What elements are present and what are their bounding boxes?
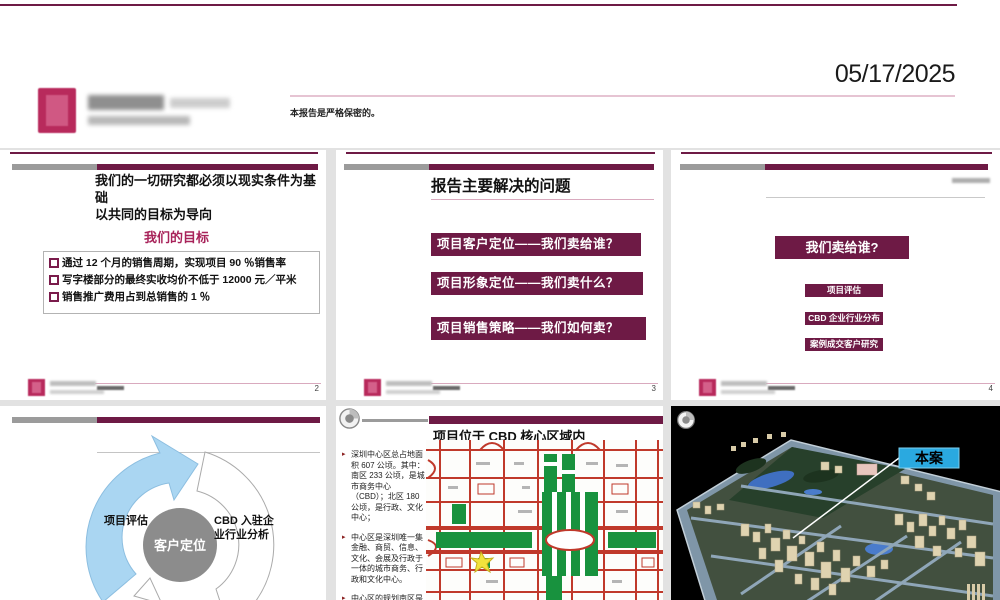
footer-text-redacted (433, 386, 460, 390)
cycle-diagram: 客户定位 项目评估 CBD 入驻企 业行业分析 (85, 434, 275, 600)
confidentiality-note: 本报告是严格保密的。 (290, 108, 381, 118)
square-bullet-icon (49, 292, 59, 302)
chapter-badge-icon (677, 411, 695, 429)
footer-logo-mark (699, 379, 716, 396)
footer-logo-mark (364, 379, 381, 396)
footer-rule (95, 383, 321, 384)
footer-rule (431, 383, 658, 384)
page-number: 3 (651, 384, 656, 393)
header-bar-gray (680, 164, 765, 170)
footer-text-redacted (768, 386, 795, 390)
company-logo-mark (38, 88, 76, 133)
question-box: 项目客户定位——我们卖给谁？ (431, 233, 641, 256)
list-item: 通过 12 个月的销售周期，实现项目 90 ％销售率 (49, 255, 314, 272)
footer-logo-subtext-redacted (721, 390, 775, 394)
outline-arrowhead (133, 577, 161, 600)
list-item: 写字楼部分的最终实收均价不低于 12000 元／平米 (49, 272, 314, 289)
square-bullet-icon (49, 258, 59, 268)
top-rule (0, 4, 957, 6)
list-item: 销售推广费用占到总销售的 1 ％ (49, 289, 314, 306)
slide-top-line (681, 152, 992, 154)
slide-positioning-diagram[interactable]: 客户定位 项目评估 CBD 入驻企 业行业分析 (0, 406, 326, 600)
page-number: 2 (314, 384, 319, 393)
bullet-list: 深圳中心区总占地面积 607 公顷。其中：南区 233 公顷，是城市商务中心（C… (342, 450, 426, 600)
title-underline (431, 199, 654, 200)
footer-logo-subtext-redacted (386, 390, 440, 394)
question-box: 项目销售策略——我们如何卖？ (431, 317, 646, 340)
footer-logo-text-redacted (721, 381, 767, 386)
company-logo-subtext-redacted (88, 116, 190, 125)
sub-topic-box: CBD 企业行业分布 (805, 312, 883, 325)
header-bar-maroon (429, 416, 663, 424)
slide-whom[interactable]: 我们卖给谁? 项目评估 CBD 企业行业分布 案例成交客户研究 4 (671, 150, 1000, 400)
header-bar-maroon (97, 164, 318, 170)
left-arc-label: 项目评估 (104, 513, 148, 527)
page-date: 05/17/2025 (834, 60, 956, 88)
list-item: 中心区的规划南区是深圳市的中心商务区（CBD）。CBD 集中在南片区中央绿化带两… (342, 594, 426, 600)
center-circle-label: 客户定位 (154, 538, 206, 553)
question-box: 项目形象定位——我们卖什么？ (431, 272, 643, 295)
cbd-street-map (426, 440, 663, 600)
model-landmark-pink (856, 463, 878, 476)
footer-logo-subtext-redacted (50, 390, 104, 394)
slide-goal[interactable]: 我们的一切研究都必须以现实条件为基础 以共同的目标为导向 我们的目标 通过 12… (0, 150, 326, 400)
header-bar-gray (12, 164, 97, 170)
map-center-ellipse (545, 529, 595, 551)
header-bar-maroon (765, 164, 988, 170)
page-number: 4 (988, 384, 993, 393)
chapter-badge-icon (339, 408, 360, 429)
sub-topic-box: 项目评估 (805, 284, 883, 297)
header-bar-maroon (429, 164, 654, 170)
company-logo-text-redacted (170, 98, 230, 108)
slide-top-line (10, 152, 318, 154)
header-rule (290, 95, 955, 97)
footer-logo-mark (28, 379, 45, 396)
slide-title: 报告主要解决的问题 (431, 178, 571, 195)
square-bullet-icon (49, 275, 59, 285)
slide-title: 我们的一切研究都必须以现实条件为基础 以共同的目标为导向 (95, 173, 317, 222)
right-arc-label-line2: 业行业分析 (214, 527, 269, 541)
list-item: 中心区是深圳唯一集金融、商贸、信息、文化、会展及行政于一体的城市商务、行政和文化… (342, 533, 426, 586)
slide-top-line (346, 152, 655, 154)
footer-rule (766, 383, 995, 384)
slide-questions[interactable]: 报告主要解决的问题 项目客户定位——我们卖给谁？ 项目形象定位——我们卖什么？ … (336, 150, 663, 400)
slide-cbd-location[interactable]: 项目位于 CBD 核心区域内 深圳中心区总占地面积 607 公顷。其中：南区 2… (336, 406, 663, 600)
header-bar-gray (362, 419, 428, 422)
right-arc-label-line1: CBD 入驻企 (214, 513, 275, 527)
list-item: 深圳中心区总占地面积 607 公顷。其中：南区 233 公顷，是城市商务中心（C… (342, 450, 426, 524)
handout-page: 05/17/2025 本报告是严格保密的。 我们的一切研究都必须以现实条件为基础… (0, 0, 1000, 600)
callout-label: 本案 (915, 450, 944, 466)
model-pond (804, 489, 822, 495)
header-bar-gray (344, 164, 429, 170)
footer-logo-text-redacted (50, 381, 96, 386)
main-topic-box: 我们卖给谁? (775, 236, 909, 259)
goal-list-box: 通过 12 个月的销售周期，实现项目 90 ％销售率 写字楼部分的最终实收均价不… (43, 251, 320, 314)
footer-text-redacted (97, 386, 124, 390)
footer-logo-text-redacted (386, 381, 432, 386)
city-model-render: 本案 (671, 406, 1000, 600)
slide-subtitle: 我们的目标 (143, 230, 209, 245)
slide-grid: 我们的一切研究都必须以现实条件为基础 以共同的目标为导向 我们的目标 通过 12… (0, 148, 1000, 600)
title-underline (766, 197, 985, 198)
slide-model-photo[interactable]: 本案 (671, 406, 1000, 600)
slide-subtitle-redacted (952, 178, 990, 183)
company-logo-text-redacted (88, 95, 164, 110)
sub-topic-box: 案例成交客户研究 (805, 338, 883, 351)
